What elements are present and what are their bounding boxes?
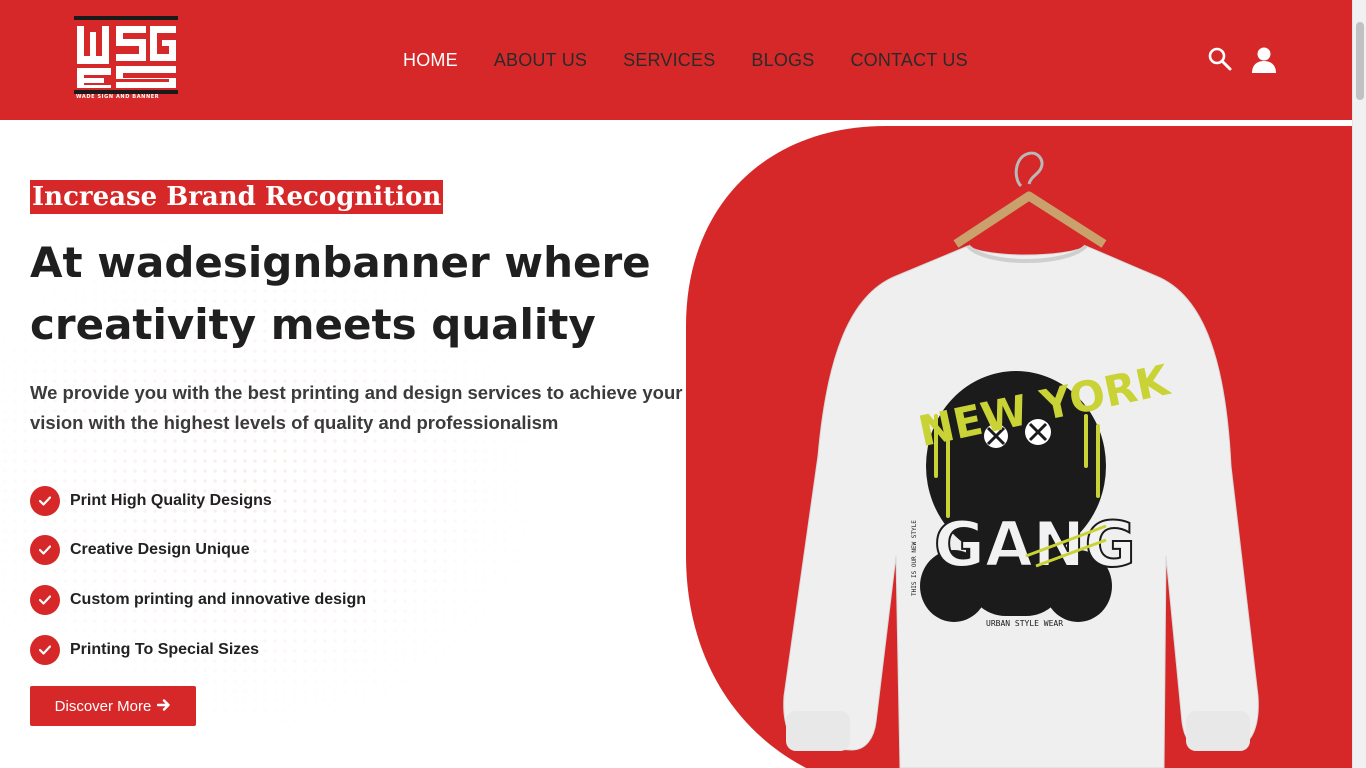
hero-description: We provide you with the best printing an… xyxy=(30,382,683,433)
check-icon xyxy=(30,486,60,516)
svg-text:URBAN STYLE WEAR: URBAN STYLE WEAR xyxy=(986,619,1063,628)
feature-item: Custom printing and innovative design xyxy=(30,585,366,615)
arrow-right-icon xyxy=(157,698,171,715)
hero-product-image: NEW YORK GANG URBAN STYLE WEAR THIS IS O… xyxy=(686,126,1352,768)
nav-contact-us[interactable]: CONTACT US xyxy=(850,50,967,71)
nav-about-us[interactable]: ABOUT US xyxy=(494,50,587,71)
scrollbar-thumb[interactable] xyxy=(1356,22,1364,100)
hero-title-line-2: creativity meets quality xyxy=(30,300,596,349)
feature-item: Print High Quality Designs xyxy=(30,486,272,516)
feature-label: Print High Quality Designs xyxy=(70,492,272,509)
search-icon[interactable] xyxy=(1207,46,1233,77)
feature-label: Printing To Special Sizes xyxy=(70,641,260,658)
discover-more-label: Discover More xyxy=(54,697,152,715)
feature-label: Custom printing and innovative design xyxy=(70,591,367,608)
discover-more-button[interactable]: Discover More xyxy=(30,686,196,726)
brand-logo[interactable]: WADE SIGN AND BANNER xyxy=(74,16,180,104)
hero-title: At wadesignbanner where creativity meets… xyxy=(30,232,690,356)
nav-services[interactable]: SERVICES xyxy=(623,50,715,71)
feature-item: Creative Design Unique xyxy=(30,535,250,565)
hero-title-line-1: At wadesignbanner where xyxy=(30,238,651,287)
site-header: WADE SIGN AND BANNER HOME ABOUT US SERVI… xyxy=(0,0,1352,120)
svg-text:GANG: GANG xyxy=(934,508,1136,581)
feature-label: Creative Design Unique xyxy=(70,541,250,558)
check-icon xyxy=(30,585,60,615)
main-nav: HOME ABOUT US SERVICES BLOGS CONTACT US xyxy=(403,50,1004,71)
svg-text:THIS IS OUR NEW STYLE: THIS IS OUR NEW STYLE xyxy=(911,520,918,596)
check-icon xyxy=(30,535,60,565)
logo-subtitle: WADE SIGN AND BANNER xyxy=(76,94,160,100)
nav-blogs[interactable]: BLOGS xyxy=(751,50,814,71)
user-icon[interactable] xyxy=(1251,46,1277,79)
hero-tagline: Increase Brand Recognition xyxy=(30,180,444,214)
feature-item: Printing To Special Sizes xyxy=(30,635,259,665)
check-icon xyxy=(30,635,60,665)
dot-pattern-background xyxy=(0,126,690,768)
nav-home[interactable]: HOME xyxy=(403,50,458,71)
page-scrollbar[interactable] xyxy=(1352,0,1366,768)
